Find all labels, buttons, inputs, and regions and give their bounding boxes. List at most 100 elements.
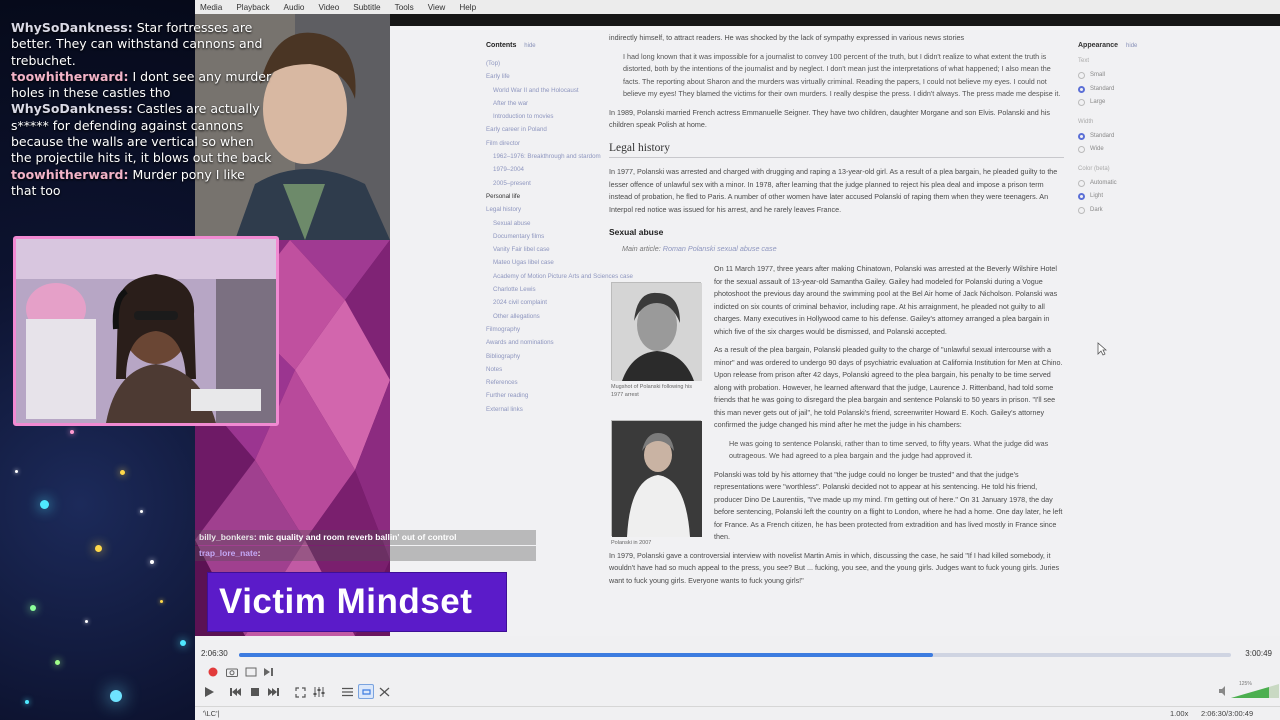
toc-item[interactable]: References [486, 376, 596, 389]
snapshot-button[interactable] [225, 666, 239, 678]
loop-ab-button[interactable] [244, 666, 258, 678]
section-heading-legal-history: Legal history [609, 142, 1064, 158]
width-radio[interactable] [1078, 146, 1085, 154]
status-bar: '\LC'| 1.00x 2:06:30/3:00:49 [195, 706, 1280, 720]
toc-item[interactable]: Charlotte Lewis [486, 283, 596, 296]
record-icon [208, 667, 218, 677]
playlist-button[interactable] [340, 686, 354, 698]
toc-item[interactable]: 2005–present [486, 177, 596, 190]
chat-message: WhySoDankness: Star fortresses are bette… [11, 20, 273, 69]
toc-item[interactable]: Notes [486, 363, 596, 376]
text-size-options: Small Standard Large [1078, 69, 1198, 110]
time-readout: 2:06:30/3:00:49 [1201, 709, 1254, 718]
toc-item[interactable]: Sexual abuse [486, 217, 596, 230]
toc-item[interactable]: Academy of Motion Picture Arts and Scien… [486, 270, 633, 283]
star-sparkle [140, 510, 143, 513]
text-size-radio[interactable] [1078, 72, 1085, 80]
mugshot-image[interactable] [611, 282, 702, 381]
toc-hide-button[interactable]: hide [524, 43, 535, 49]
toc-list: (Top) Early life World War II and the Holo… [486, 57, 633, 416]
play-icon [205, 687, 214, 697]
text-size-radio[interactable] [1078, 99, 1085, 107]
appearance-text-label: Text [1078, 58, 1090, 64]
text-size-option[interactable]: Small [1078, 69, 1198, 83]
toc-item[interactable]: After the war [486, 97, 596, 110]
toc-item[interactable]: Film director [486, 137, 596, 150]
appearance-panel: Appearance hide Text Small Standard Large … [1078, 42, 1198, 217]
toc-item[interactable]: World War II and the Holocaust [486, 84, 596, 97]
menu-tools[interactable]: Tools [395, 3, 414, 12]
toc-item[interactable]: Early career in Poland [486, 123, 596, 136]
color-options: Automatic Light Dark [1078, 177, 1198, 218]
play-button[interactable] [201, 684, 217, 700]
color-option[interactable]: Dark [1078, 204, 1198, 218]
toc-item[interactable]: Bibliography [486, 350, 596, 363]
shuffle-button[interactable] [377, 686, 391, 698]
record-button[interactable] [207, 666, 219, 678]
text-size-option[interactable]: Standard [1078, 83, 1198, 97]
toc-item[interactable]: External links [486, 403, 596, 416]
menu-view[interactable]: View [428, 3, 446, 12]
toc-item[interactable]: Awards and nominations [486, 336, 596, 349]
section-heading-sexual-abuse: Sexual abuse [609, 227, 664, 237]
toc-item[interactable]: Introduction to movies [486, 110, 596, 123]
star-sparkle [160, 600, 163, 603]
toc-item[interactable]: Legal history [486, 203, 596, 216]
width-option[interactable]: Wide [1078, 143, 1198, 157]
color-radio[interactable] [1078, 179, 1085, 187]
toc-item[interactable]: Other allegations [486, 310, 596, 323]
menu-playback[interactable]: Playback [236, 3, 269, 12]
main-article-link[interactable]: Roman Polanski sexual abuse case [663, 244, 777, 253]
color-option-label: Automatic [1090, 179, 1117, 186]
toc-item[interactable]: 1962–1976: Breakthrough and stardom [486, 150, 601, 163]
toc-item[interactable]: Early life [486, 70, 596, 83]
figure-caption: Polanski in 2007 [611, 540, 652, 546]
previous-button[interactable] [229, 686, 243, 698]
main-article-label: Main article: [622, 243, 661, 253]
color-option[interactable]: Light [1078, 190, 1198, 204]
appearance-header: Appearance hide [1078, 42, 1198, 49]
toc-item[interactable]: Filmography [486, 323, 596, 336]
menu-video[interactable]: Video [319, 3, 340, 12]
portrait-image[interactable] [611, 420, 702, 537]
portrait-photo [612, 421, 702, 537]
width-radio[interactable] [1078, 132, 1085, 140]
seek-bar[interactable] [239, 653, 1231, 657]
text-size-option-label: Standard [1090, 85, 1115, 92]
loop-button[interactable] [358, 684, 374, 699]
volume-control[interactable]: 125% [1219, 681, 1279, 699]
toc-item[interactable]: Further reading [486, 389, 596, 402]
extended-settings-button[interactable] [312, 686, 326, 698]
next-button[interactable] [266, 686, 280, 698]
stream-screen: WhySoDankness: Star fortresses are bette… [0, 0, 1280, 720]
menu-subtitle[interactable]: Subtitle [353, 3, 380, 12]
toc-item[interactable]: Personal life [486, 190, 596, 203]
toc-item[interactable]: Documentary films [486, 230, 596, 243]
text-size-radio[interactable] [1078, 85, 1085, 93]
frame-step-button[interactable] [262, 666, 276, 678]
star-sparkle [180, 640, 186, 646]
mouse-cursor-icon [1097, 342, 1107, 356]
star-sparkle [150, 560, 154, 564]
menu-help[interactable]: Help [459, 3, 476, 12]
chat-username: WhySoDankness: [11, 20, 133, 35]
text-size-option-label: Large [1090, 99, 1106, 105]
width-option[interactable]: Standard [1078, 130, 1198, 144]
toc-item[interactable]: Mateo Ugas libel case [486, 256, 596, 269]
color-radio[interactable] [1078, 206, 1085, 214]
color-radio[interactable] [1078, 193, 1085, 201]
color-option[interactable]: Automatic [1078, 177, 1198, 191]
overlay-chat-username: billy_bonkers [199, 532, 254, 542]
toc-item[interactable]: 2024 civil complaint [486, 296, 596, 309]
menu-audio[interactable]: Audio [284, 3, 305, 12]
toc-item[interactable]: 1979–2004 [486, 163, 596, 176]
toc-item[interactable]: Vanity Fair libel case [486, 243, 596, 256]
playback-speed[interactable]: 1.00x [1170, 709, 1188, 718]
menu-media[interactable]: Media [200, 3, 222, 12]
stop-button[interactable] [248, 686, 262, 698]
toc-item[interactable]: (Top) [486, 57, 596, 70]
chat-message: toowhitherward: I dont see any murder ho… [11, 69, 273, 102]
text-size-option[interactable]: Large [1078, 96, 1198, 110]
fullscreen-button[interactable] [293, 686, 307, 698]
appearance-hide-button[interactable]: hide [1126, 43, 1137, 49]
